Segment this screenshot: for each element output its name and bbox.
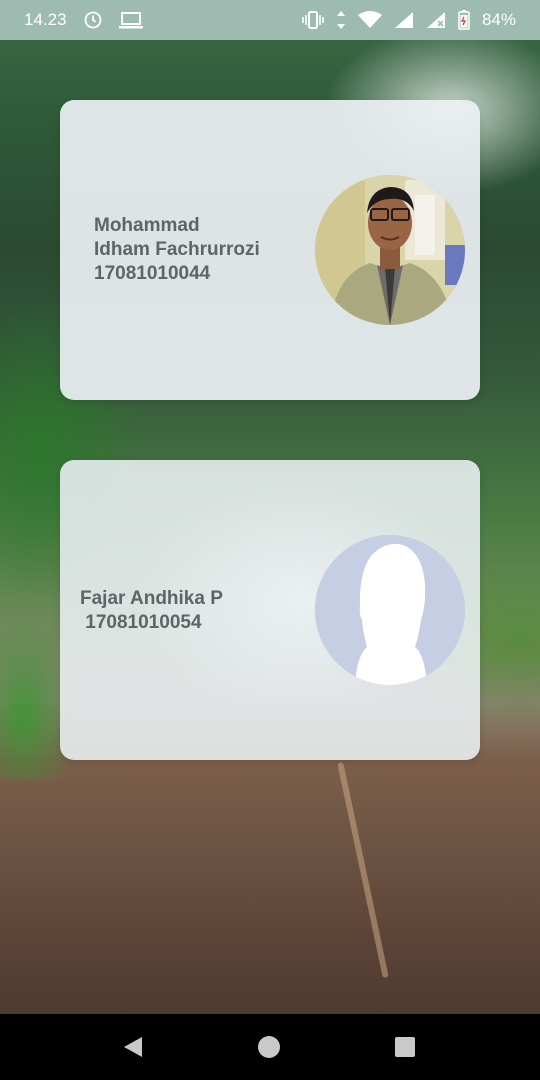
profile-card-1-info: Mohammad Idham Fachrurrozi 17081010044	[94, 214, 260, 286]
profile-student-id: 17081010044	[94, 263, 211, 284]
default-avatar-silhouette-icon	[315, 535, 465, 685]
status-time: 14.23	[24, 10, 67, 29]
background-path	[337, 761, 389, 979]
profile-card-1[interactable]: Mohammad Idham Fachrurrozi 17081010044	[60, 100, 480, 400]
profile-name-line1: Mohammad	[94, 215, 200, 236]
wifi-icon	[357, 11, 382, 29]
signal-icon	[394, 11, 414, 29]
profile-student-id: 17081010054	[80, 612, 202, 633]
profile-card-2-info: Fajar Andhika P 17081010054	[80, 587, 223, 635]
data-arrows-icon	[336, 10, 346, 30]
back-icon[interactable]	[120, 1034, 146, 1060]
home-icon[interactable]	[256, 1034, 282, 1060]
status-bar: 14.23 84%	[0, 0, 540, 40]
battery-percentage: 84%	[481, 10, 516, 29]
vibrate-icon	[302, 10, 324, 30]
navigation-bar	[0, 1014, 540, 1080]
recents-icon[interactable]	[392, 1034, 418, 1060]
alarm-icon	[83, 10, 103, 30]
laptop-icon	[118, 11, 143, 29]
signal-x-icon	[426, 11, 446, 29]
profile-name-line2: Idham Fachrurrozi	[94, 239, 260, 260]
profile-card-2[interactable]: Fajar Andhika P 17081010054	[60, 460, 480, 760]
profile-name-line1: Fajar Andhika P	[80, 588, 223, 609]
profile-photo-avatar	[315, 175, 465, 325]
battery-icon	[458, 10, 470, 30]
